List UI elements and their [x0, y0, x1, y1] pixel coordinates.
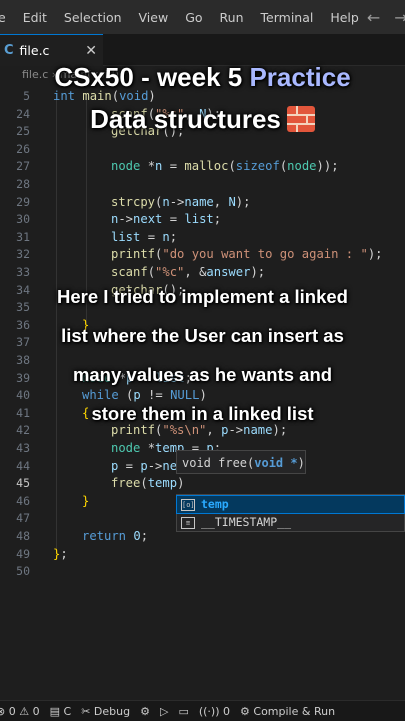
signature-help-popup: void free(void *) [176, 450, 306, 474]
status-bar: ⊗ 0 ⚠ 0 ▤ C ✂ Debug ⚙ ▷ ▭ ((·)) 0 ⚙ Comp… [0, 700, 405, 721]
menu-file[interactable]: e [0, 10, 14, 25]
suggestion-item[interactable]: ≡ __TIMESTAMP__ [177, 514, 404, 531]
compile-run-label: Compile & Run [253, 704, 336, 718]
line-number: 33 [16, 265, 30, 279]
code-text: } [82, 493, 90, 508]
gear-icon: ⚙ [240, 704, 250, 718]
code-line[interactable]: 28 [0, 176, 405, 194]
line-number: 46 [16, 493, 30, 508]
menu-run[interactable]: Run [211, 10, 252, 25]
suggestion-label: temp [201, 497, 229, 511]
forward-arrow-icon[interactable]: → [394, 8, 405, 27]
back-arrow-icon[interactable]: ← [367, 8, 380, 27]
caption-line: list where the User can insert as [61, 325, 344, 346]
code-text: scanf("%c", &answer); [111, 265, 266, 279]
code-text: free(temp) [111, 476, 185, 491]
title-line2: Data structures [90, 104, 281, 134]
warning-count: 0 [32, 704, 40, 718]
tab-label: file.c [19, 43, 50, 58]
debug-label: Debug [93, 704, 131, 718]
video-subtitle: Data structures [0, 104, 405, 135]
title-part1: CSx50 - week 5 [54, 62, 250, 92]
settings-icon[interactable]: ⚙ [140, 705, 150, 718]
menu-go[interactable]: Go [176, 10, 210, 25]
title-accent: Practice [249, 62, 351, 92]
menu-help[interactable]: Help [321, 10, 367, 25]
signature-name: void free( [182, 456, 255, 470]
code-line[interactable]: 31 list = n; [0, 229, 405, 247]
line-number: 44 [16, 458, 30, 473]
line-number: 32 [16, 247, 30, 262]
brick-icon [286, 106, 315, 132]
code-line[interactable]: 29 strcpy(n->name, N); [0, 194, 405, 212]
line-number: 50 [16, 564, 30, 579]
caption-line: Here I tried to implement a linked [57, 286, 348, 307]
video-title: CSx50 - week 5 Practice [0, 62, 405, 93]
code-line[interactable]: 27 node *n = malloc(sizeof(node)); [0, 158, 405, 176]
suggestion-item[interactable]: [o] temp [176, 495, 405, 514]
layout-icon[interactable]: ▭ [178, 705, 188, 718]
code-line[interactable]: 32 printf("do you want to go again : "); [0, 246, 405, 264]
database-icon: ▤ [49, 704, 60, 718]
code-text: node *n = malloc(sizeof(node)); [111, 159, 339, 174]
menu-selection[interactable]: Selection [55, 10, 130, 25]
code-line[interactable]: 30 n->next = list; [0, 211, 405, 229]
problems-indicator[interactable]: ⊗ 0 ⚠ 0 [0, 705, 40, 718]
code-line[interactable]: 50 [0, 563, 405, 581]
warning-icon: ⚠ [19, 704, 30, 718]
code-text: printf("do you want to go again : "); [111, 247, 383, 262]
signature-end: ) [297, 456, 305, 470]
line-number: 49 [16, 546, 30, 561]
constant-icon: ≡ [181, 516, 195, 529]
broadcast-icon: ((·)) [198, 704, 220, 718]
menu-terminal[interactable]: Terminal [252, 10, 322, 25]
line-number: 28 [16, 177, 30, 191]
ports-indicator[interactable]: ((·)) 0 [199, 705, 230, 718]
run-icon[interactable]: ▷ [160, 705, 168, 718]
line-number: 27 [16, 159, 30, 174]
error-count: 0 [8, 704, 16, 718]
code-text: strcpy(n->name, N); [111, 194, 251, 209]
signature-param: void * [254, 456, 298, 470]
code-text: n->next = list; [111, 212, 222, 227]
language-label: C [63, 704, 72, 718]
code-line[interactable]: 42 printf("%s\n", p->name); [0, 422, 405, 440]
code-line[interactable]: 49}; [0, 546, 405, 564]
c-language-icon: C [4, 43, 14, 58]
line-number: 48 [16, 529, 30, 543]
menu-view[interactable]: View [130, 10, 177, 25]
nav-arrows: ← → [367, 8, 405, 27]
code-text: }; [53, 546, 68, 561]
menu-edit[interactable]: Edit [14, 10, 55, 25]
line-number: 42 [16, 423, 30, 438]
suggestion-label: __TIMESTAMP__ [201, 515, 292, 529]
line-number: 31 [16, 229, 30, 244]
ports-count: 0 [223, 704, 231, 718]
debug-button[interactable]: ✂ Debug [81, 705, 130, 718]
code-text: printf("%s\n", p->name); [111, 423, 288, 438]
suggestion-widget: [o] temp ≡ __TIMESTAMP__ [176, 494, 405, 532]
line-number: 45 [16, 476, 30, 491]
code-text: return 0; [82, 529, 149, 543]
caption-line: many values as he wants and [72, 364, 333, 385]
language-indicator[interactable]: ▤ C [50, 705, 72, 718]
line-number: 29 [16, 194, 30, 209]
caption-line: store them in a linked list [91, 403, 314, 424]
code-line[interactable]: 26 [0, 141, 405, 159]
line-number: 43 [16, 441, 30, 455]
code-text: list = n; [111, 229, 178, 244]
variable-icon: [o] [181, 498, 195, 511]
line-number: 26 [16, 141, 30, 156]
error-icon: ⊗ [0, 704, 6, 718]
close-icon[interactable]: ✕ [85, 43, 97, 59]
menu-bar: e Edit Selection View Go Run Terminal He… [0, 0, 405, 34]
code-line[interactable]: 45 free(temp) [0, 475, 405, 493]
tools-icon: ✂ [81, 704, 91, 718]
line-number: 30 [16, 212, 30, 227]
compile-run-button[interactable]: ⚙ Compile & Run [240, 705, 335, 718]
line-number: 47 [16, 511, 30, 526]
code-line[interactable]: 33 scanf("%c", &answer); [0, 264, 405, 282]
